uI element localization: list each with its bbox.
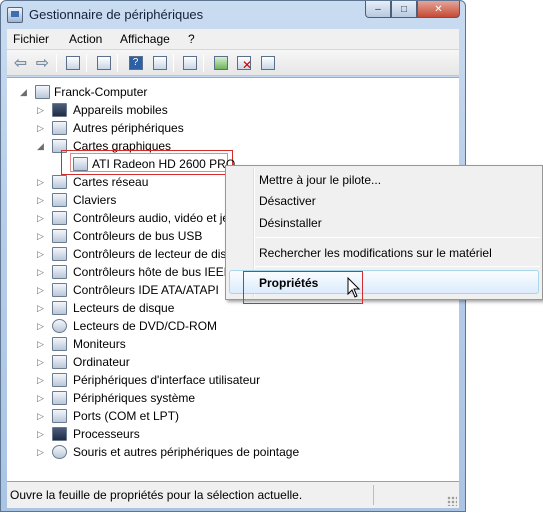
tree-item-appareils-mobiles[interactable]: ▷ Appareils mobiles — [7, 101, 247, 119]
tree-item-controleurs-lecteur-disquette[interactable]: ▷ Contrôleurs de lecteur de dis — [7, 245, 227, 263]
tree-item-ordinateur[interactable]: ▷ Ordinateur — [7, 353, 307, 371]
back-arrow-icon[interactable]: ⇦ — [12, 54, 29, 72]
mouse-cursor-icon — [347, 277, 361, 298]
console-tree-icon[interactable] — [64, 54, 81, 71]
dvd-drive-icon — [52, 319, 67, 333]
speaker-icon — [52, 211, 67, 225]
view-icon[interactable] — [151, 54, 168, 71]
disk-drive-icon — [52, 301, 67, 315]
tree-item-lecteurs-dvd[interactable]: ▷ Lecteurs de DVD/CD-ROM — [7, 317, 307, 335]
mouse-icon — [52, 445, 67, 459]
caption-buttons: – □ ✕ — [365, 1, 460, 19]
tree-item-processeurs[interactable]: ▷ Processeurs — [7, 425, 327, 443]
tree-item-moniteurs[interactable]: ▷ Moniteurs — [7, 335, 307, 353]
tree-item-controleurs-ieee[interactable]: ▷ Contrôleurs hôte de bus IEEE — [7, 263, 232, 281]
tree-item-cartes-reseau[interactable]: ▷ Cartes réseau — [7, 173, 227, 191]
tree-root[interactable]: ◢ Franck-Computer — [7, 83, 207, 101]
update-driver-icon[interactable] — [212, 54, 229, 71]
forward-arrow-icon[interactable]: ⇨ — [34, 54, 51, 72]
tree-item-ports[interactable]: ▷ Ports (COM et LPT) — [7, 407, 327, 425]
menu-disable[interactable]: Désactiver — [259, 194, 316, 208]
hid-icon — [52, 373, 67, 387]
menu-bar: Fichier Action Affichage ? — [7, 29, 459, 50]
minimize-button[interactable]: – — [365, 1, 391, 18]
tree-item-peripheriques-systeme[interactable]: ▷ Périphériques système — [7, 389, 327, 407]
tree-item-controleurs-ide[interactable]: ▷ Contrôleurs IDE ATA/ATAPI — [7, 281, 227, 299]
device-manager-icon — [7, 7, 23, 23]
menu-help[interactable]: ? — [188, 32, 195, 46]
title-bar[interactable]: Gestionnaire de périphériques – □ ✕ — [1, 1, 465, 29]
status-bar: Ouvre la feuille de propriétés pour la s… — [7, 481, 459, 508]
tree-item-controleurs-usb[interactable]: ▷ Contrôleurs de bus USB — [7, 227, 227, 245]
tree-item-controleurs-audio[interactable]: ▷ Contrôleurs audio, vidéo et je — [7, 209, 229, 227]
tree-item-autres-peripheriques[interactable]: ▷ Autres périphériques — [7, 119, 247, 137]
resize-grip-icon[interactable] — [447, 496, 457, 506]
tree-item-claviers[interactable]: ▷ Claviers — [7, 191, 227, 209]
menu-scan-hardware[interactable]: Rechercher les modifications sur le maté… — [259, 246, 492, 260]
port-icon — [52, 409, 67, 423]
computer-icon — [52, 355, 67, 369]
menu-affichage[interactable]: Affichage — [120, 32, 170, 46]
tree-root-label: Franck-Computer — [54, 85, 148, 99]
computer-icon — [35, 85, 50, 99]
keyboard-icon — [52, 193, 67, 207]
network-adapter-icon — [52, 175, 67, 189]
ieee1394-icon — [52, 265, 67, 279]
system-device-icon — [52, 391, 67, 405]
annotation-box-properties — [243, 271, 363, 304]
ide-controller-icon — [52, 283, 67, 297]
close-button[interactable]: ✕ — [417, 1, 460, 18]
window-title: Gestionnaire de périphériques — [29, 7, 204, 22]
scan-hardware-icon[interactable] — [181, 54, 198, 71]
tree-item-souris[interactable]: ▷ Souris et autres périphériques de poin… — [7, 443, 347, 461]
tree-item-peripheriques-interface[interactable]: ▷ Périphériques d'interface utilisateur — [7, 371, 327, 389]
menu-uninstall[interactable]: Désinstaller — [259, 216, 322, 230]
status-text: Ouvre la feuille de propriétés pour la s… — [10, 488, 303, 502]
uninstall-icon[interactable]: ✕ — [235, 54, 252, 72]
menu-action[interactable]: Action — [69, 32, 102, 46]
menu-update-driver[interactable]: Mettre à jour le pilote... — [259, 173, 381, 187]
menu-fichier[interactable]: Fichier — [13, 32, 49, 46]
properties-icon[interactable] — [95, 54, 112, 71]
disk-controller-icon — [52, 247, 67, 261]
maximize-button[interactable]: □ — [391, 1, 417, 18]
toolbar: ⇦ ⇨ ? ✕ — [7, 50, 459, 76]
processor-icon — [52, 427, 67, 441]
enable-device-icon[interactable] — [259, 54, 276, 71]
usb-icon — [52, 229, 67, 243]
unknown-device-icon — [52, 121, 67, 135]
help-icon[interactable]: ? — [127, 54, 144, 71]
collapse-icon[interactable]: ◢ — [20, 87, 28, 97]
monitor-icon — [52, 337, 67, 351]
display-adapter-icon — [73, 157, 88, 171]
mobile-device-icon — [52, 103, 67, 117]
tree-item-ati-radeon[interactable]: ATI Radeon HD 2600 PRO — [7, 155, 235, 173]
